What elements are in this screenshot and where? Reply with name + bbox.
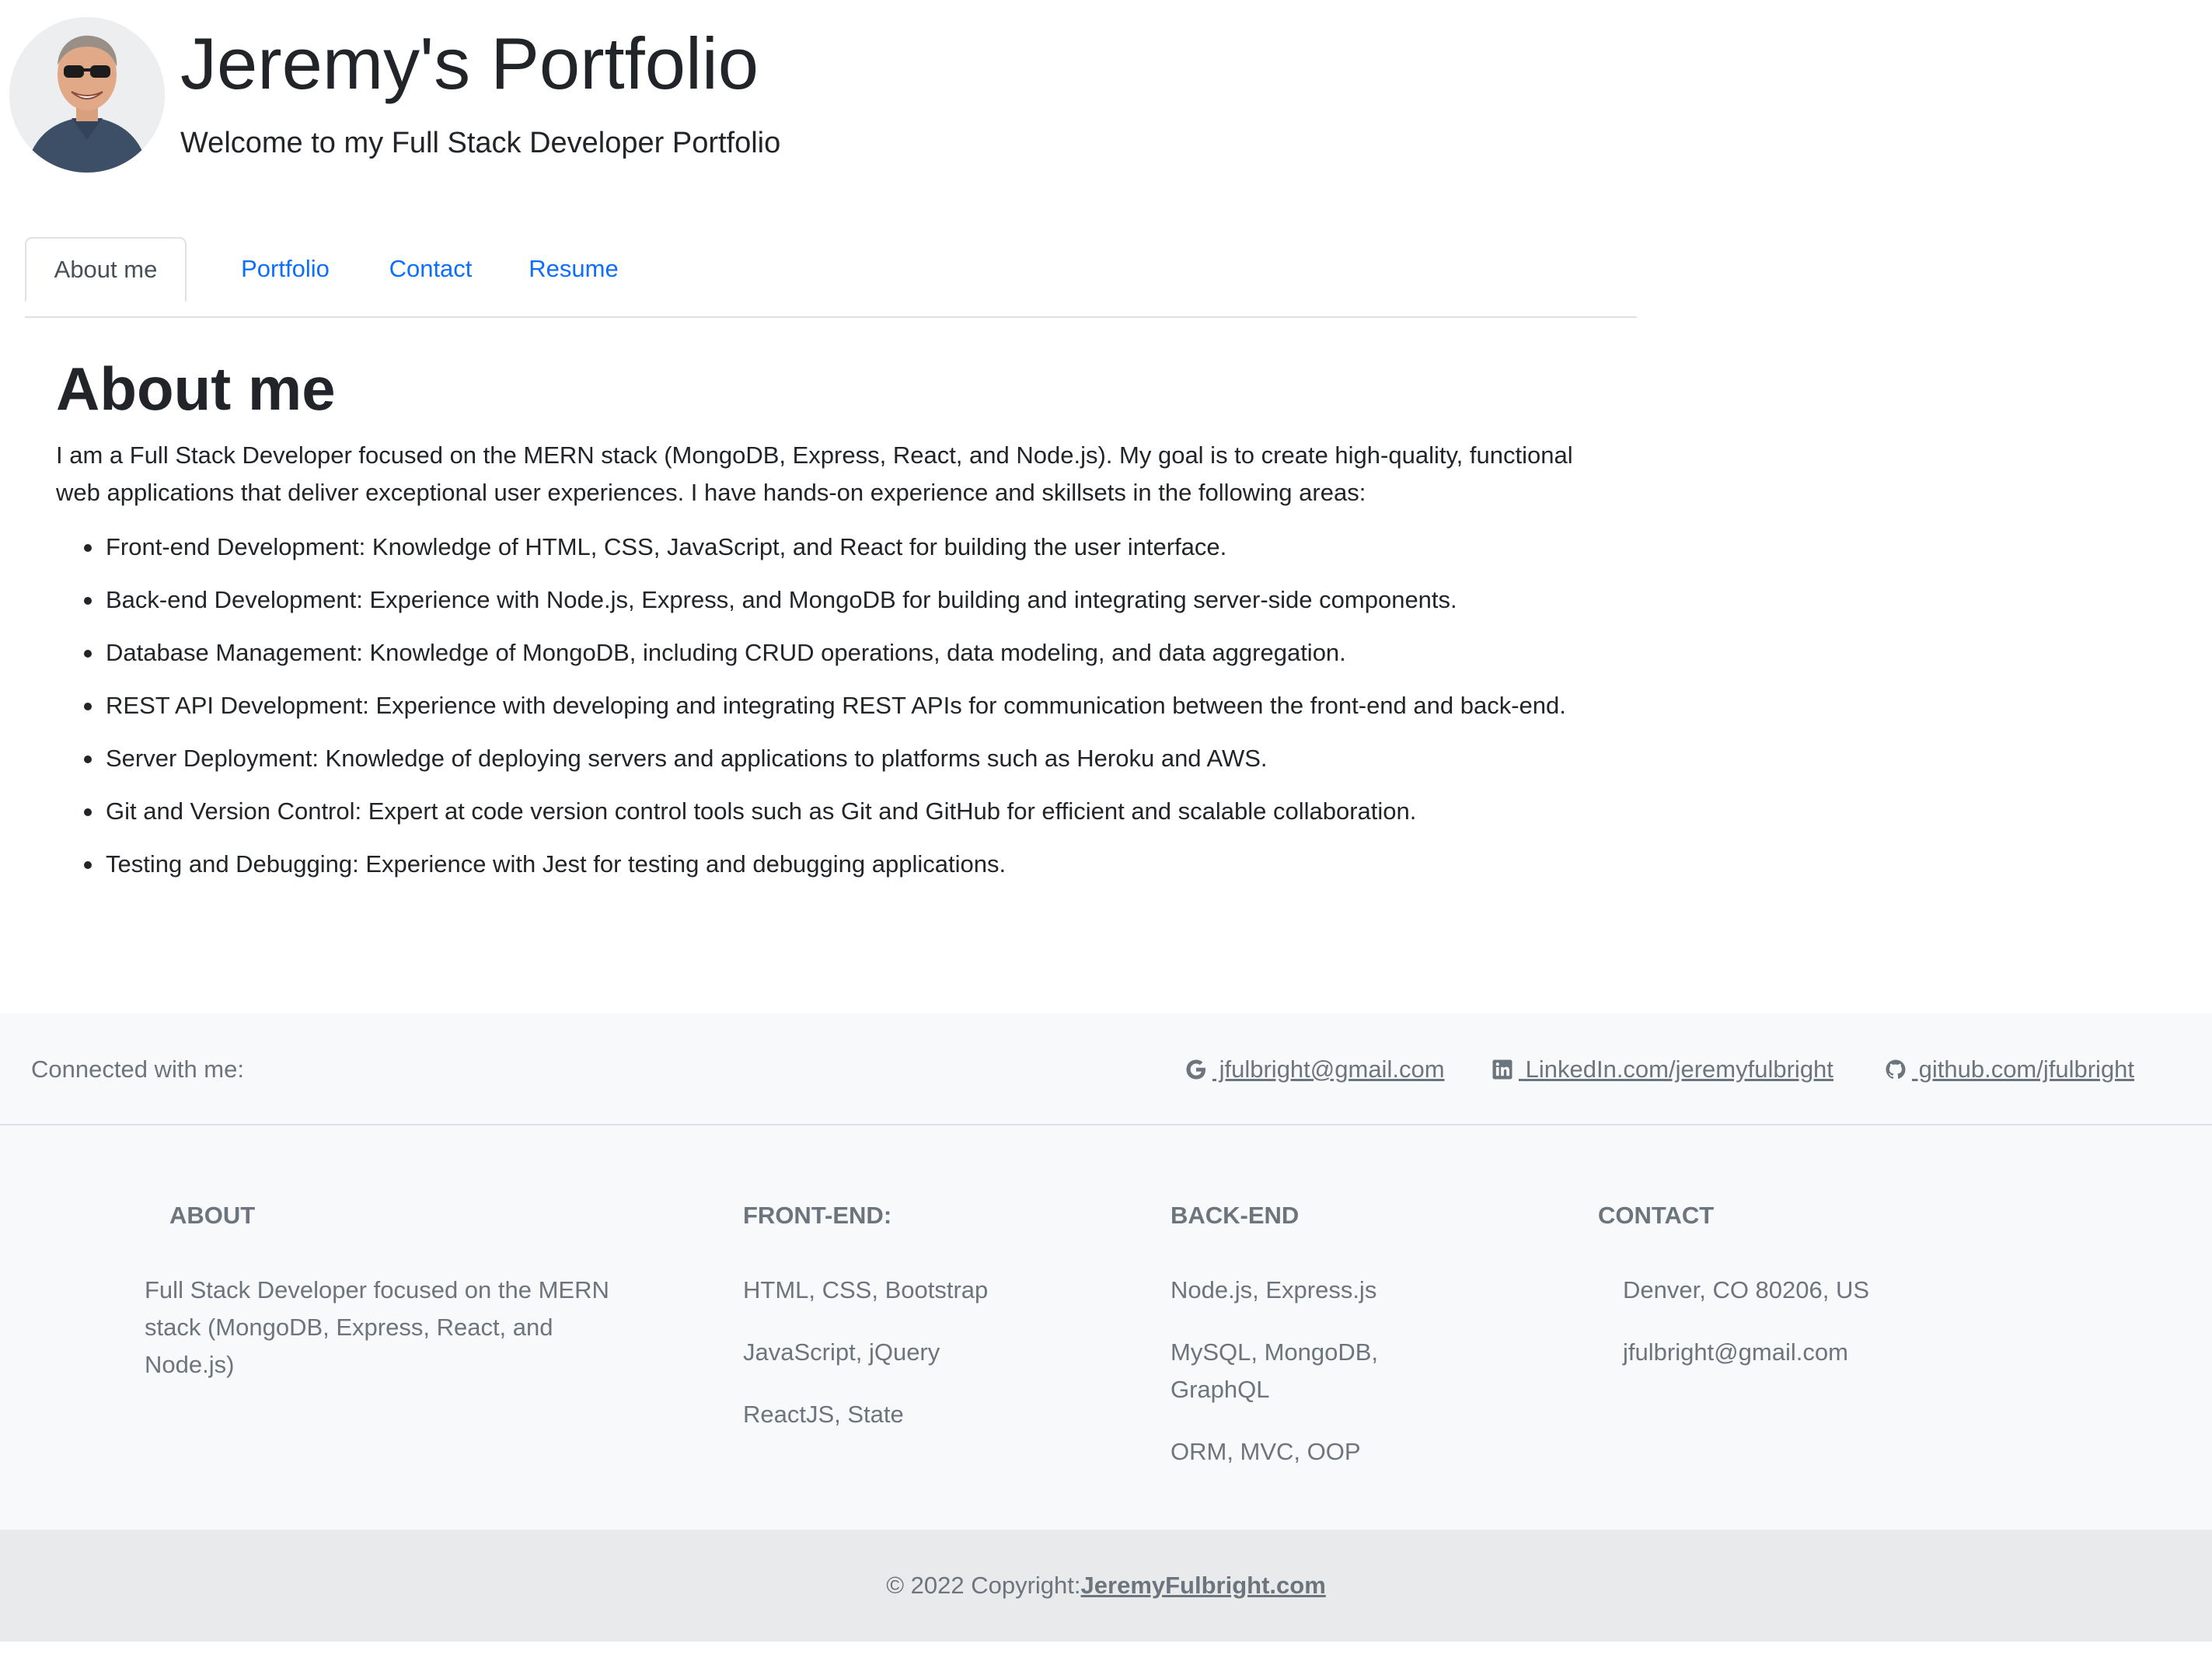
connect-bar: Connected with me: jfulbright@gmail.com … [0,1014,2212,1125]
connect-label: Connected with me: [31,1056,244,1083]
tab-resume[interactable]: Resume [504,237,644,301]
copyright-bar: © 2022 Copyright:JeremyFulbright.com [0,1530,2212,1642]
list-item: Node.js, Express.js [1171,1276,1377,1303]
footer-about-heading: ABOUT [169,1202,256,1229]
footer-backend-heading: BACK-END [1171,1202,1300,1229]
email-link[interactable]: jfulbright@gmail.com [1185,1014,1445,1125]
footer-address: Denver, CO 80206, US [1623,1276,1870,1303]
list-item: Front-end Development: Knowledge of HTML… [84,529,1645,566]
linkedin-link[interactable]: LinkedIn.com/jeremyfulbright [1491,1014,1833,1125]
google-icon [1186,1059,1205,1080]
list-item: Git and Version Control: Expert at code … [84,793,1645,830]
intro-paragraph: I am a Full Stack Developer focused on t… [56,441,1573,506]
github-icon [1886,1059,1906,1079]
footer-about-text: Full Stack Developer focused on the MERN… [145,1276,609,1378]
list-item: HTML, CSS, Bootstrap [743,1276,989,1303]
site-subtitle: Welcome to my Full Stack Developer Portf… [180,127,781,159]
section-heading: About me [56,354,336,423]
tab-contact[interactable]: Contact [359,237,502,301]
email-link-text: jfulbright@gmail.com [1212,1056,1445,1083]
copyright-text: © 2022 Copyright: [886,1572,1081,1599]
list-item: ReactJS, State [743,1401,904,1428]
skills-list: Front-end Development: Knowledge of HTML… [56,529,1610,883]
tab-about-me[interactable]: About me [25,237,187,302]
list-item: MySQL, MongoDB, GraphQL [1171,1338,1379,1403]
nav-tabs: About me Portfolio Contact Resume [25,237,1637,318]
list-item: Database Management: Knowledge of MongoD… [84,634,1645,672]
list-item: Testing and Debugging: Experience with J… [84,846,1645,883]
footer-contact-heading: CONTACT [1598,1202,1715,1229]
footer-frontend-heading: FRONT-END: [743,1202,892,1229]
page-header: Jeremy's Portfolio Welcome to my Full St… [0,0,2212,187]
footer-email: jfulbright@gmail.com [1623,1338,1848,1366]
list-item: ORM, MVC, OOP [1171,1438,1361,1465]
list-item: JavaScript, jQuery [743,1338,940,1366]
github-link[interactable]: github.com/jfulbright [1884,1014,2134,1125]
avatar [9,17,165,173]
tab-portfolio[interactable]: Portfolio [211,237,359,301]
github-link-text: github.com/jfulbright [1912,1056,2135,1083]
profile-photo [9,17,165,173]
site-title: Jeremy's Portfolio [180,23,759,104]
list-item: Server Deployment: Knowledge of deployin… [84,740,1645,777]
linkedin-icon [1492,1059,1512,1080]
copyright-link[interactable]: JeremyFulbright.com [1081,1572,1326,1599]
list-item: Back-end Development: Experience with No… [84,581,1645,619]
list-item: REST API Development: Experience with de… [84,687,1645,724]
footer-columns: ABOUT Full Stack Developer focused on th… [0,1125,2212,1530]
linkedin-link-text: LinkedIn.com/jeremyfulbright [1519,1056,1833,1083]
about-section: About me I am a Full Stack Developer foc… [56,342,1610,899]
